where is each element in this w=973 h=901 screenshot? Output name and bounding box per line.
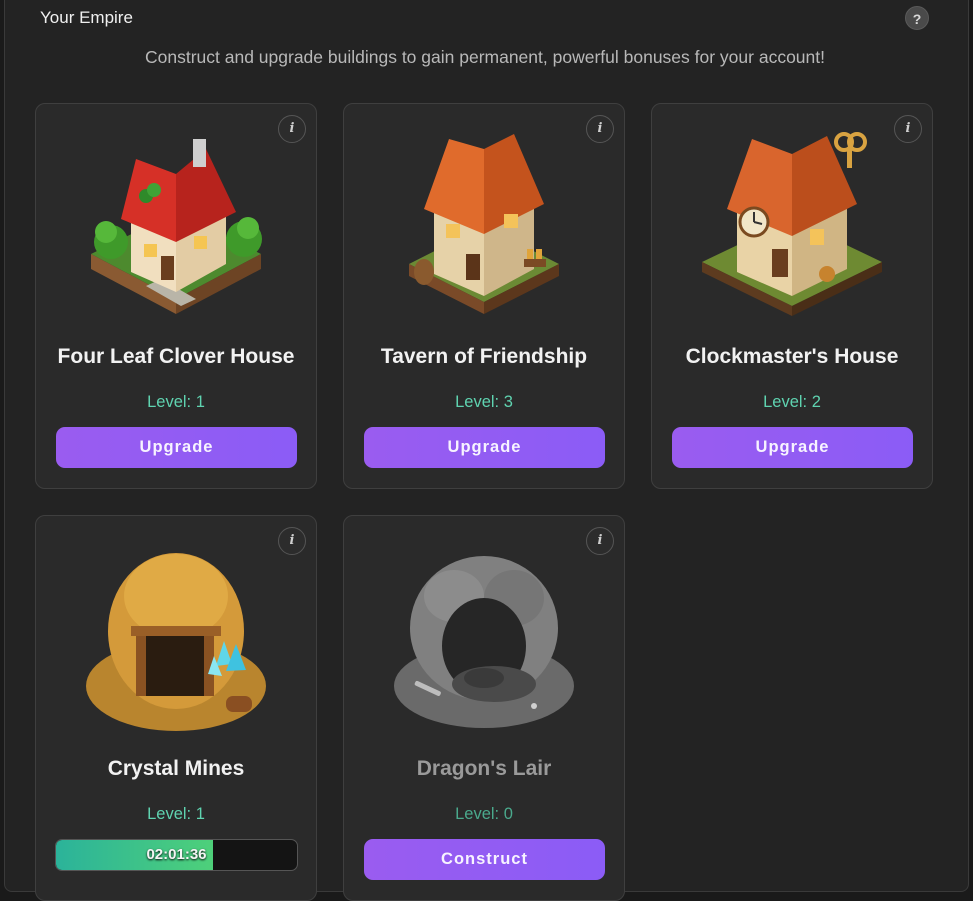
info-button[interactable]: i	[586, 115, 614, 143]
info-button[interactable]: i	[894, 115, 922, 143]
building-name: Clockmaster's House	[685, 345, 899, 368]
building-card-crystal-mines: i Crystal Mines Level: 1 02:01:36	[35, 515, 317, 901]
upgrade-button[interactable]: Upgrade	[364, 427, 605, 468]
clover-house-image	[91, 139, 262, 314]
countdown-timer: 02:01:36	[146, 846, 207, 863]
building-card-clover-house: i Four Leaf Clover House Level: 1 Upgrad…	[35, 103, 317, 489]
page-title: Your Empire	[40, 8, 133, 27]
building-level: Level: 3	[455, 393, 513, 411]
building-name: Crystal Mines	[107, 757, 245, 780]
building-card-tavern: i Tavern of Friendship Level: 3 Upgrade	[343, 103, 625, 489]
upgrade-button[interactable]: Upgrade	[672, 427, 913, 468]
construction-progress-bar: 02:01:36	[55, 839, 298, 871]
clockmaster-house-image	[702, 132, 882, 316]
building-card-dragons-lair: i Dragon's Lair Level: 0 Construct	[343, 515, 625, 901]
info-button[interactable]: i	[278, 527, 306, 555]
upgrade-button[interactable]: Upgrade	[56, 427, 297, 468]
building-level: Level: 0	[455, 805, 513, 823]
info-button[interactable]: i	[278, 115, 306, 143]
crystal-mines-image	[86, 553, 266, 731]
page-subtitle: Construct and upgrade buildings to gain …	[144, 47, 825, 67]
building-name: Dragon's Lair	[416, 757, 552, 780]
help-button[interactable]: ?	[905, 6, 929, 30]
building-level: Level: 1	[147, 393, 205, 411]
dragons-lair-image	[394, 556, 574, 728]
building-level: Level: 1	[147, 805, 205, 823]
info-button[interactable]: i	[586, 527, 614, 555]
building-name: Tavern of Friendship	[380, 345, 588, 368]
building-card-clockmaster: i Clockmaster's House Level: 2 Upgrade	[651, 103, 933, 489]
construct-button[interactable]: Construct	[364, 839, 605, 880]
building-level: Level: 2	[763, 393, 821, 411]
building-name: Four Leaf Clover House	[57, 345, 295, 368]
tavern-image	[409, 134, 559, 314]
